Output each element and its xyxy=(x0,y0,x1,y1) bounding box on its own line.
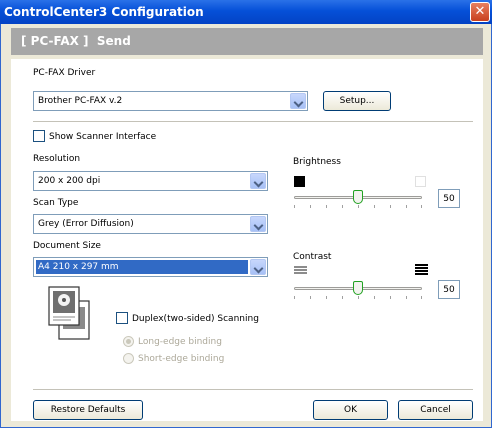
short-edge-binding-radio[interactable] xyxy=(123,353,134,364)
light-square-icon xyxy=(415,176,426,187)
contrast-slider[interactable] xyxy=(294,279,422,301)
resolution-dropdown[interactable]: 200 x 200 dpi xyxy=(33,171,268,191)
ok-button[interactable]: OK xyxy=(313,400,388,420)
driver-dropdown[interactable]: Brother PC-FAX v.2 xyxy=(33,91,308,111)
close-button[interactable]: ✕ xyxy=(470,2,490,22)
close-icon: ✕ xyxy=(474,4,486,19)
high-contrast-icon xyxy=(415,264,428,276)
chevron-down-icon[interactable] xyxy=(250,216,266,232)
brightness-label: Brightness xyxy=(293,157,341,167)
driver-label: PC-FAX Driver xyxy=(33,68,96,78)
long-edge-binding-radio[interactable] xyxy=(123,336,134,347)
chevron-down-icon[interactable] xyxy=(250,173,266,189)
chevron-down-icon[interactable] xyxy=(250,259,266,275)
long-edge-binding-label: Long-edge binding xyxy=(138,337,222,347)
settings-panel: PC-FAX Driver Brother PC-FAX v.2 Setup..… xyxy=(11,59,483,421)
duplex-checkbox[interactable] xyxy=(116,312,128,324)
contrast-value: 50 xyxy=(438,280,460,299)
scan-type-dropdown[interactable]: Grey (Error Diffusion) xyxy=(33,214,268,234)
scan-type-label: Scan Type xyxy=(33,198,79,208)
driver-value: Brother PC-FAX v.2 xyxy=(38,96,123,106)
document-size-label: Document Size xyxy=(33,241,101,251)
brightness-slider[interactable] xyxy=(294,188,422,210)
resolution-value: 200 x 200 dpi xyxy=(38,176,101,186)
dark-square-icon xyxy=(294,176,305,187)
dialog-body: [ PC-FAX ] Send PC-FAX Driver Brother PC… xyxy=(0,24,492,428)
short-edge-binding-label: Short-edge binding xyxy=(138,354,225,364)
resolution-label: Resolution xyxy=(33,154,81,164)
section-title: [ PC-FAX ] Send xyxy=(21,34,131,48)
document-size-value: A4 210 x 297 mm xyxy=(36,260,248,274)
chevron-down-icon[interactable] xyxy=(290,93,306,109)
brightness-value: 50 xyxy=(438,189,460,208)
title-bar[interactable]: ControlCenter3 Configuration ✕ xyxy=(0,0,492,24)
contrast-label: Contrast xyxy=(293,252,332,262)
divider xyxy=(33,389,473,390)
brightness-slider-thumb[interactable] xyxy=(353,190,363,204)
duplex-documents-icon xyxy=(48,286,90,340)
contrast-slider-thumb[interactable] xyxy=(353,281,363,295)
show-scanner-interface-label: Show Scanner Interface xyxy=(49,132,157,142)
document-size-dropdown[interactable]: A4 210 x 297 mm xyxy=(33,257,268,277)
cancel-button[interactable]: Cancel xyxy=(398,400,473,420)
divider xyxy=(33,121,473,122)
section-header: [ PC-FAX ] Send xyxy=(11,28,483,55)
scan-type-value: Grey (Error Diffusion) xyxy=(38,219,134,229)
setup-button[interactable]: Setup... xyxy=(323,91,391,111)
window-title: ControlCenter3 Configuration xyxy=(4,5,204,19)
low-contrast-icon xyxy=(294,266,307,275)
show-scanner-interface-checkbox[interactable] xyxy=(33,130,45,142)
restore-defaults-button[interactable]: Restore Defaults xyxy=(33,400,143,420)
duplex-label: Duplex(two-sided) Scanning xyxy=(132,314,259,324)
